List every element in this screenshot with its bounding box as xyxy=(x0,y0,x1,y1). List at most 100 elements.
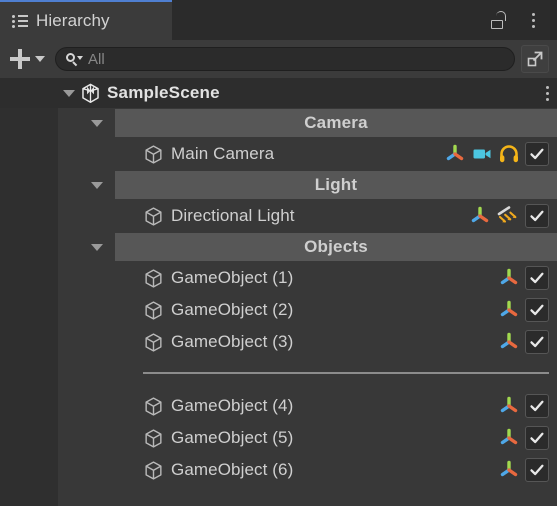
tree-group-objects[interactable]: Objects xyxy=(0,232,557,262)
tree-row-object[interactable]: GameObject (4) xyxy=(0,390,557,422)
object-components xyxy=(498,298,557,322)
cube-icon xyxy=(145,428,162,448)
object-name: GameObject (6) xyxy=(171,460,294,479)
cube-icon xyxy=(145,300,162,320)
check-icon xyxy=(530,336,544,348)
lock-button[interactable] xyxy=(485,6,513,34)
object-components xyxy=(498,426,557,450)
hierarchy-window: Hierarchy All SampleScene Camera Main Ca… xyxy=(0,0,557,506)
object-enabled-checkbox[interactable] xyxy=(525,266,549,290)
hierarchy-list-icon xyxy=(12,14,28,28)
group-header-band: Light xyxy=(115,171,557,199)
tab-hierarchy[interactable]: Hierarchy xyxy=(0,0,172,40)
object-name: GameObject (2) xyxy=(171,300,294,319)
tree-row-scene[interactable]: SampleScene xyxy=(0,78,557,108)
tree-row-object[interactable]: GameObject (2) xyxy=(0,294,557,326)
object-components xyxy=(498,266,557,290)
scene-expand-toggle[interactable] xyxy=(58,89,80,97)
group-expand-toggle[interactable] xyxy=(86,232,108,262)
plus-icon xyxy=(10,49,30,69)
kebab-menu-icon xyxy=(531,12,535,28)
search-field[interactable] xyxy=(55,47,515,71)
chevron-down-icon xyxy=(91,181,103,189)
object-name: Main Camera xyxy=(171,144,275,163)
check-icon xyxy=(530,464,544,476)
object-enabled-checkbox[interactable] xyxy=(525,142,549,166)
transform-gizmo-icon xyxy=(446,144,464,161)
tab-label: Hierarchy xyxy=(36,11,110,30)
window-tab-actions xyxy=(485,0,557,40)
object-enabled-checkbox[interactable] xyxy=(525,298,549,322)
check-icon xyxy=(530,210,544,222)
object-enabled-checkbox[interactable] xyxy=(525,458,549,482)
camera-icon xyxy=(473,149,491,159)
object-enabled-checkbox[interactable] xyxy=(525,426,549,450)
object-name: GameObject (1) xyxy=(171,268,294,287)
object-components xyxy=(498,458,557,482)
tree-row-object[interactable]: GameObject (6) xyxy=(0,454,557,486)
separator-line xyxy=(143,372,549,374)
cube-icon xyxy=(145,460,162,480)
drop-separator xyxy=(0,358,557,390)
object-name: GameObject (3) xyxy=(171,332,294,351)
object-components xyxy=(469,204,557,228)
transform-gizmo-icon xyxy=(500,396,518,413)
cube-icon xyxy=(145,206,162,226)
scene-name: SampleScene xyxy=(107,83,220,102)
cube-icon xyxy=(145,332,162,352)
hierarchy-tree[interactable]: SampleScene Camera Main Camera Light Dir… xyxy=(0,78,557,506)
object-components xyxy=(498,330,557,354)
chevron-down-icon xyxy=(91,119,103,127)
transform-gizmo-icon xyxy=(500,460,518,477)
cube-icon xyxy=(145,144,162,164)
object-name: GameObject (4) xyxy=(171,396,294,415)
tree-row-object[interactable]: GameObject (5) xyxy=(0,422,557,454)
transform-gizmo-icon xyxy=(500,268,518,285)
tree-group-camera[interactable]: Camera xyxy=(0,108,557,138)
group-expand-toggle[interactable] xyxy=(86,108,108,138)
cube-icon xyxy=(145,268,162,288)
group-label: Objects xyxy=(304,237,368,256)
check-icon xyxy=(530,272,544,284)
directional-light-icon xyxy=(497,206,517,223)
object-name: GameObject (5) xyxy=(171,428,294,447)
audio-listener-icon xyxy=(500,145,518,163)
chevron-down-icon xyxy=(63,89,75,97)
search-input[interactable] xyxy=(88,50,504,68)
object-components xyxy=(498,394,557,418)
group-expand-toggle[interactable] xyxy=(86,170,108,200)
tree-row-object[interactable]: GameObject (1) xyxy=(0,262,557,294)
unity-scene-icon xyxy=(82,83,99,103)
window-menu-button[interactable] xyxy=(519,6,547,34)
group-label: Camera xyxy=(304,113,368,132)
scene-menu-button[interactable] xyxy=(546,85,557,101)
object-enabled-checkbox[interactable] xyxy=(525,204,549,228)
kebab-menu-icon xyxy=(546,85,549,101)
group-header-band: Camera xyxy=(115,109,557,137)
transform-gizmo-icon xyxy=(500,428,518,445)
open-in-new-window-button[interactable] xyxy=(521,45,549,73)
search-dropdown-icon[interactable] xyxy=(66,52,83,67)
chevron-down-icon xyxy=(91,243,103,251)
object-name: Directional Light xyxy=(171,206,295,225)
group-header-band: Objects xyxy=(115,233,557,261)
tree-row-object[interactable]: Main Camera xyxy=(0,138,557,170)
hierarchy-toolbar xyxy=(0,40,557,78)
check-icon xyxy=(530,148,544,160)
transform-gizmo-icon xyxy=(471,206,489,223)
check-icon xyxy=(530,304,544,316)
tree-row-object[interactable]: GameObject (3) xyxy=(0,326,557,358)
check-icon xyxy=(530,400,544,412)
create-button[interactable] xyxy=(6,49,49,69)
cube-icon xyxy=(145,396,162,416)
tree-row-object[interactable]: Directional Light xyxy=(0,200,557,232)
unlocked-padlock-icon xyxy=(491,11,507,29)
check-icon xyxy=(530,432,544,444)
object-enabled-checkbox[interactable] xyxy=(525,394,549,418)
transform-gizmo-icon xyxy=(500,300,518,317)
window-tab-bar: Hierarchy xyxy=(0,0,557,40)
tree-group-light[interactable]: Light xyxy=(0,170,557,200)
object-enabled-checkbox[interactable] xyxy=(525,330,549,354)
open-in-new-window-icon xyxy=(527,51,543,67)
transform-gizmo-icon xyxy=(500,332,518,349)
